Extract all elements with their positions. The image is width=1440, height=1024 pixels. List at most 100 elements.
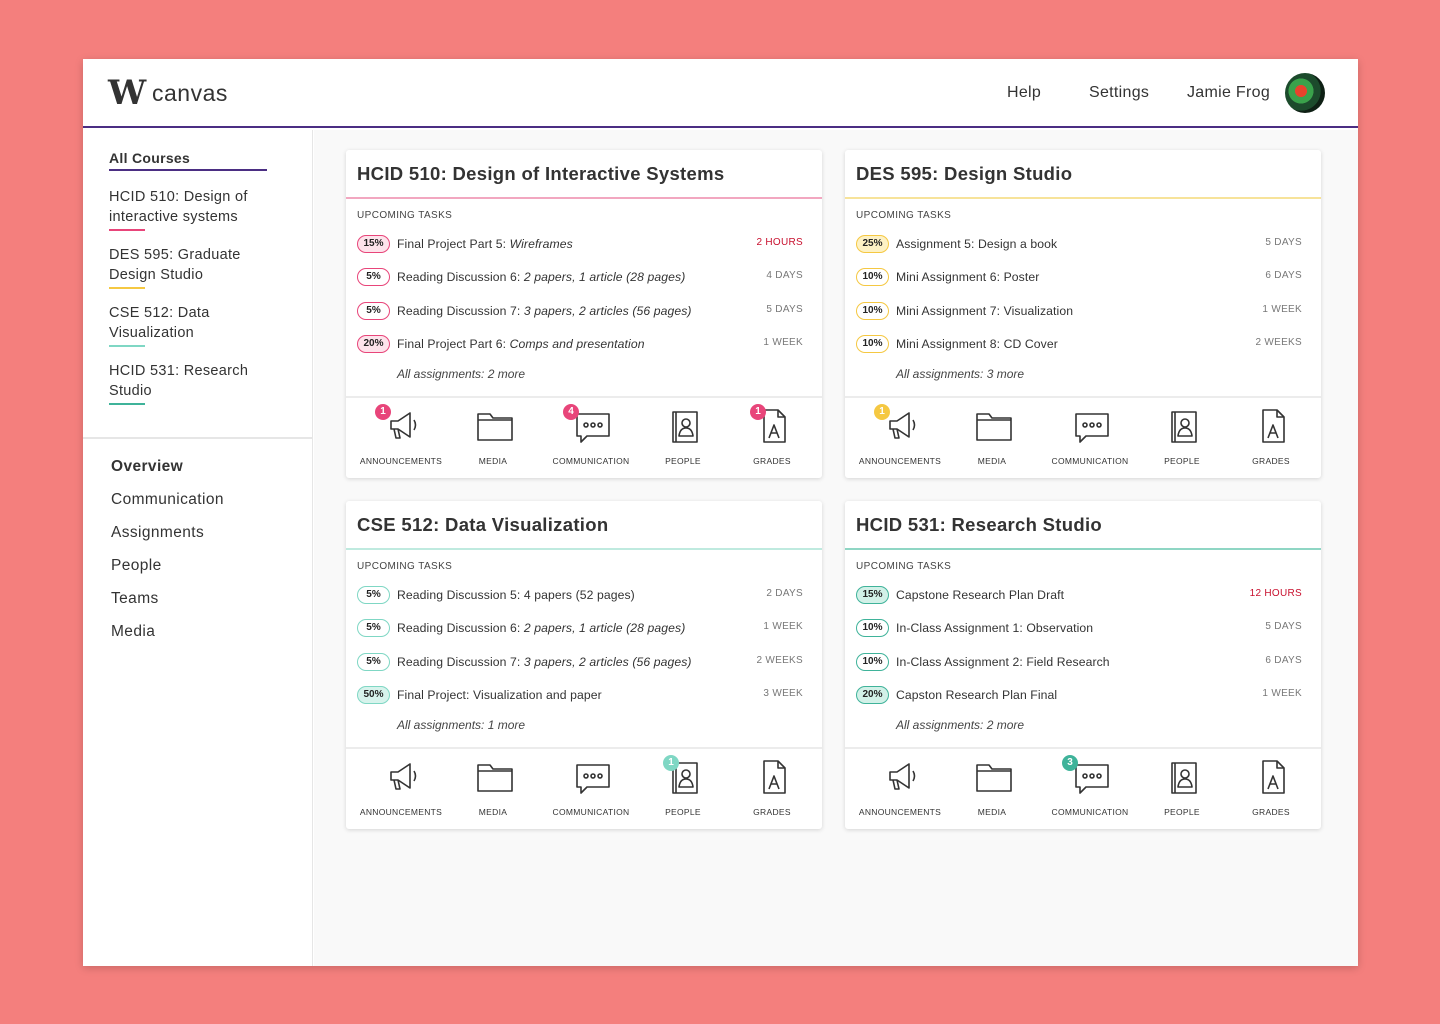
- task-row[interactable]: 10% Mini Assignment 7: Visualization 1 WEE…: [856, 301, 1306, 321]
- task-name[interactable]: Reading Discussion 6: 2 papers, 1 articl…: [397, 620, 685, 636]
- media-button[interactable]: MEDIA: [947, 757, 1037, 821]
- people-button[interactable]: PEOPLE: [1137, 406, 1227, 470]
- weight-badge: 5%: [357, 653, 390, 671]
- media-button[interactable]: MEDIA 1: [874, 404, 1037, 470]
- task-row[interactable]: 20% Final Project Part 6: Comps and prese…: [357, 334, 807, 354]
- avatar[interactable]: [1285, 73, 1325, 113]
- card-accent-line: [346, 197, 822, 199]
- weight-badge: 5%: [357, 586, 390, 604]
- all-assignments-link[interactable]: All assignments: 1 more: [397, 717, 525, 733]
- nav-assignments[interactable]: Assignments: [111, 523, 204, 543]
- task-row[interactable]: 20% Capston Research Plan Final 1 WEEK: [856, 685, 1306, 705]
- task-row[interactable]: 5% Reading Discussion 5: 4 papers (52 pag…: [357, 585, 807, 605]
- task-name[interactable]: In-Class Assignment 1: Observation: [896, 620, 1093, 636]
- media-button[interactable]: MEDIA: [448, 406, 538, 470]
- grades-button[interactable]: GRADES: [727, 757, 817, 821]
- task-name[interactable]: Reading Discussion 7: 3 papers, 2 articl…: [397, 303, 692, 319]
- task-title[interactable]: In-Class Assignment 2: Field Research: [896, 655, 1110, 669]
- task-name[interactable]: Mini Assignment 8: CD Cover: [896, 336, 1058, 352]
- task-name[interactable]: Reading Discussion 5: 4 papers (52 pages…: [397, 587, 635, 603]
- task-row[interactable]: 10% Mini Assignment 8: CD Cover 2 WEEKS: [856, 334, 1306, 354]
- task-row[interactable]: 15% Capstone Research Plan Draft 12 HOURS: [856, 585, 1306, 605]
- task-title[interactable]: Reading Discussion 7:: [397, 304, 524, 318]
- card-title[interactable]: HCID 531: Research Studio: [856, 513, 1102, 537]
- course-color-line: [109, 345, 145, 347]
- task-name[interactable]: Reading Discussion 6: 2 papers, 1 articl…: [397, 269, 685, 285]
- task-row[interactable]: 5% Reading Discussion 7: 3 papers, 2 arti…: [357, 652, 807, 672]
- task-title[interactable]: Final Project Part 6:: [397, 337, 510, 351]
- nav-media[interactable]: Media: [111, 622, 155, 642]
- sidebar-course-hcid510[interactable]: HCID 510: Design of interactive systems: [109, 187, 279, 227]
- all-assignments-link[interactable]: All assignments: 2 more: [397, 366, 525, 382]
- task-title[interactable]: Final Project: Visualization and paper: [397, 688, 602, 702]
- sidebar-course-cse512[interactable]: CSE 512: Data Visualization: [109, 303, 279, 343]
- task-row[interactable]: 5% Reading Discussion 6: 2 papers, 1 arti…: [357, 618, 807, 638]
- task-name[interactable]: Mini Assignment 7: Visualization: [896, 303, 1073, 319]
- task-row[interactable]: 10% In-Class Assignment 1: Observation 5 D…: [856, 618, 1306, 638]
- task-name[interactable]: Final Project Part 5: Wireframes: [397, 236, 573, 252]
- task-title[interactable]: Mini Assignment 6: Poster: [896, 270, 1039, 284]
- all-assignments-link[interactable]: All assignments: 2 more: [896, 717, 1024, 733]
- announcements-button[interactable]: ANNOUNCEMENTS: [855, 757, 945, 821]
- communication-button[interactable]: COMMUNICATION: [1045, 406, 1135, 470]
- communication-button[interactable]: COMMUNICATION 3: [1045, 755, 1135, 821]
- task-title[interactable]: Capston Research Plan Final: [896, 688, 1057, 702]
- task-title[interactable]: Capstone Research Plan Draft: [896, 588, 1064, 602]
- task-title[interactable]: Reading Discussion 5: 4 papers (52 pages…: [397, 588, 635, 602]
- people-button[interactable]: PEOPLE 1: [638, 755, 728, 821]
- task-name[interactable]: Capstone Research Plan Draft: [896, 587, 1064, 603]
- task-due: 6 DAYS: [1265, 655, 1302, 666]
- all-assignments-link[interactable]: All assignments: 3 more: [896, 366, 1024, 382]
- task-title[interactable]: Reading Discussion 6:: [397, 621, 524, 635]
- communication-button[interactable]: COMMUNICATION 4: [546, 404, 636, 470]
- card-title[interactable]: CSE 512: Data Visualization: [357, 513, 608, 537]
- task-row[interactable]: 10% In-Class Assignment 2: Field Research…: [856, 652, 1306, 672]
- announcements-button[interactable]: ANNOUNCEMENTS 1: [356, 404, 446, 470]
- task-row[interactable]: 50% Final Project: Visualization and pape…: [357, 685, 807, 705]
- task-due: 5 DAYS: [1265, 237, 1302, 248]
- task-title[interactable]: Reading Discussion 7:: [397, 655, 524, 669]
- task-title[interactable]: Mini Assignment 8: CD Cover: [896, 337, 1058, 351]
- settings-link[interactable]: Settings: [1089, 83, 1149, 103]
- upcoming-tasks-label: UPCOMING TASKS: [357, 561, 453, 572]
- people-button[interactable]: PEOPLE: [638, 406, 728, 470]
- announcements-button[interactable]: ANNOUNCEMENTS: [855, 406, 945, 470]
- card-title[interactable]: DES 595: Design Studio: [856, 162, 1072, 186]
- sidebar-course-hcid531[interactable]: HCID 531: Research Studio: [109, 361, 279, 401]
- help-link[interactable]: Help: [1007, 83, 1041, 103]
- user-name[interactable]: Jamie Frog: [1187, 83, 1270, 103]
- task-name[interactable]: Capston Research Plan Final: [896, 687, 1057, 703]
- task-title[interactable]: Assignment 5: Design a book: [896, 237, 1057, 251]
- task-title[interactable]: In-Class Assignment 1: Observation: [896, 621, 1093, 635]
- all-courses-link[interactable]: All Courses: [109, 149, 190, 167]
- announcements-button[interactable]: ANNOUNCEMENTS: [356, 757, 446, 821]
- task-row[interactable]: 10% Mini Assignment 6: Poster 6 DAYS: [856, 267, 1306, 287]
- task-name[interactable]: Mini Assignment 6: Poster: [896, 269, 1039, 285]
- nav-people[interactable]: People: [111, 556, 162, 576]
- task-name[interactable]: Final Project: Visualization and paper: [397, 687, 602, 703]
- uw-logo[interactable]: W: [108, 75, 146, 111]
- task-name[interactable]: In-Class Assignment 2: Field Research: [896, 654, 1110, 670]
- nav-teams[interactable]: Teams: [111, 589, 159, 609]
- communication-button[interactable]: COMMUNICATION: [546, 757, 636, 821]
- grades-button[interactable]: GRADES: [1226, 757, 1316, 821]
- people-button[interactable]: PEOPLE: [1137, 757, 1227, 821]
- nav-communication[interactable]: Communication: [111, 490, 224, 510]
- card-title[interactable]: HCID 510: Design of Interactive Systems: [357, 162, 724, 186]
- task-name[interactable]: Reading Discussion 7: 3 papers, 2 articl…: [397, 654, 692, 670]
- task-row[interactable]: 5% Reading Discussion 6: 2 papers, 1 arti…: [357, 267, 807, 287]
- task-title[interactable]: Final Project Part 5:: [397, 237, 510, 251]
- task-row[interactable]: 5% Reading Discussion 7: 3 papers, 2 arti…: [357, 301, 807, 321]
- sidebar-course-des595[interactable]: DES 595: Graduate Design Studio: [109, 245, 279, 285]
- weight-badge: 50%: [357, 686, 390, 704]
- task-name[interactable]: Assignment 5: Design a book: [896, 236, 1057, 252]
- nav-overview[interactable]: Overview: [111, 457, 183, 477]
- grades-button[interactable]: GRADES: [1226, 406, 1316, 470]
- task-row[interactable]: 25% Assignment 5: Design a book 5 DAYS: [856, 234, 1306, 254]
- task-title[interactable]: Mini Assignment 7: Visualization: [896, 304, 1073, 318]
- task-name[interactable]: Final Project Part 6: Comps and presenta…: [397, 336, 645, 352]
- grades-button[interactable]: GRADES 1: [727, 404, 817, 470]
- task-title[interactable]: Reading Discussion 6:: [397, 270, 524, 284]
- media-button[interactable]: MEDIA: [448, 757, 538, 821]
- task-row[interactable]: 15% Final Project Part 5: Wireframes 2 HOU…: [357, 234, 807, 254]
